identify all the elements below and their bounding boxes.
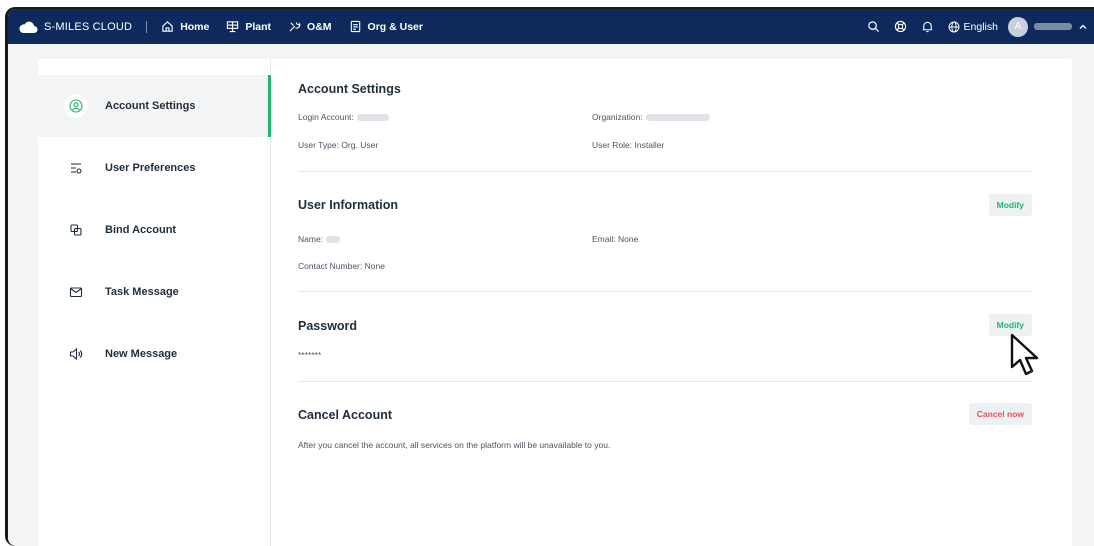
sidebar-item-bind-account[interactable]: Bind Account [38,199,270,261]
nav-plant[interactable]: Plant [226,20,271,33]
sidebar-item-label: New Message [105,348,178,360]
cancel-account-description: After you cancel the account, all servic… [298,440,611,450]
contact-number-field: Contact Number: None [298,261,385,271]
main-nav: Home Plant O&M Org & User [161,20,440,33]
sidebar-item-new-message[interactable]: New Message [38,323,270,385]
tools-icon [289,22,301,32]
organization-field: Organization: [592,112,710,122]
nav-org-user[interactable]: Org & User [349,20,423,33]
nav-home-label: Home [180,20,210,33]
nav-om-label: O&M [307,20,332,33]
cancel-account-section: Cancel Account Cancel now After you canc… [298,382,1032,462]
login-account-redacted [356,114,389,122]
nav-om[interactable]: O&M [288,20,332,33]
user-info-row-2: Contact Number: None [298,261,385,271]
user-type: User Type: Org. User [298,140,379,150]
globe-icon [948,21,959,32]
nav-plant-label: Plant [245,20,272,33]
help-lifebuoy-icon[interactable] [894,20,907,33]
language-selector[interactable]: English [948,21,998,33]
user-role: User Role: Installer [592,140,665,150]
section-title: Password [298,319,358,333]
bind-icon [64,218,88,242]
user-information-section: User Information Modify Name: Email: Non… [298,172,1032,292]
sidebar-item-label: User Preferences [105,162,196,174]
top-bar: S-MILES CLOUD Home Plant O&M Org & User [8,9,1094,44]
login-account-label: Login Account: [298,112,354,122]
speaker-icon [64,342,88,366]
bell-icon[interactable] [921,20,934,33]
plant-icon [227,21,239,33]
top-right-controls: English A [867,16,1088,37]
content-card: Account Settings User Preferences Bind A… [38,59,1072,546]
account-row-2: User Type: Org. User User Role: Installe… [298,140,664,150]
sidebar-item-account-settings[interactable]: Account Settings [38,75,271,137]
cancel-now-button[interactable]: Cancel now [968,403,1032,425]
name-field: Name: [298,234,592,244]
organization-redacted [645,114,710,122]
password-value: ******* [298,350,322,360]
avatar[interactable]: A [1008,16,1028,37]
modify-user-info-button[interactable]: Modify [988,194,1032,216]
sidebar-item-task-message[interactable]: Task Message [38,261,270,323]
chevron-up-icon[interactable] [1078,22,1088,32]
username-redacted[interactable] [1034,23,1072,30]
section-title: Account Settings [298,82,401,96]
document-icon [350,20,360,33]
brand-logo[interactable]: S-MILES CLOUD [18,20,132,34]
mail-icon [64,280,88,304]
user-info-row-1: Name: Email: None [298,234,638,244]
home-icon [162,21,173,32]
sidebar-item-user-preferences[interactable]: User Preferences [38,137,270,199]
nav-home[interactable]: Home [161,20,209,33]
settings-main: Account Settings Login Account: Organiza… [298,59,1032,462]
organization-label: Organization: [592,112,643,122]
user-circle-icon [64,94,88,118]
login-account-field: Login Account: [298,112,592,122]
account-row-1: Login Account: Organization: [298,112,710,122]
sidebar-item-label: Bind Account [105,224,177,236]
cloud-logo-icon [19,21,38,33]
settings-sidebar: Account Settings User Preferences Bind A… [38,59,271,546]
brand-divider [146,20,148,33]
sidebar-item-label: Task Message [105,286,179,298]
password-section: Password Modify ******* [298,292,1032,382]
mouse-cursor-icon [1010,333,1039,376]
account-settings-section: Account Settings Login Account: Organiza… [298,59,1032,172]
name-label: Name: [298,234,324,244]
nav-org-user-label: Org & User [367,20,423,33]
brand-name: S-MILES CLOUD [44,20,133,33]
search-icon[interactable] [867,20,880,33]
language-label: English [963,20,998,33]
name-redacted [326,236,341,244]
app-window: S-MILES CLOUD Home Plant O&M Org & User [8,9,1094,546]
preferences-icon [64,156,88,180]
sidebar-item-label: Account Settings [105,100,196,112]
email-field: Email: None [592,234,639,244]
section-title: User Information [298,198,399,212]
section-title: Cancel Account [298,408,393,422]
